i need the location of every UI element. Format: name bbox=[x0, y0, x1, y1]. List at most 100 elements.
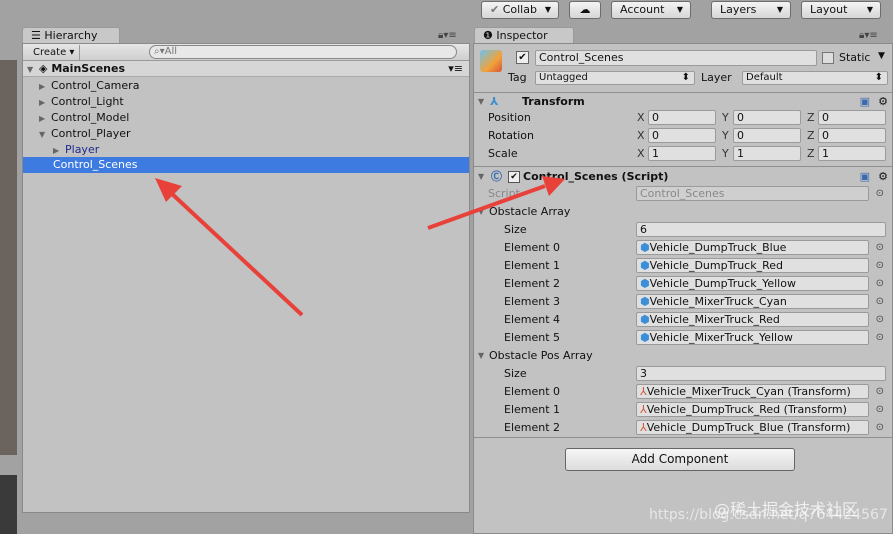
info-icon: ❶ bbox=[483, 29, 493, 42]
cloud-button[interactable]: ☁ bbox=[569, 1, 601, 19]
position-z[interactable]: 0 bbox=[818, 110, 886, 125]
search-icon: ⌕▾ bbox=[154, 46, 165, 57]
object-picker-icon[interactable]: ⊙ bbox=[876, 401, 884, 419]
object-reference-field[interactable]: ⅄Vehicle_DumpTruck_Red (Transform) bbox=[636, 402, 869, 417]
tab-hierarchy[interactable]: ☰ Hierarchy bbox=[22, 27, 120, 44]
active-checkbox[interactable]: ✔ bbox=[516, 51, 529, 64]
gear-icon[interactable]: ⚙ bbox=[878, 167, 888, 187]
object-reference-field[interactable]: ⅄Vehicle_DumpTruck_Blue (Transform) bbox=[636, 420, 869, 435]
object-picker-icon[interactable]: ⊙ bbox=[876, 293, 884, 311]
obstacle-array-size-input[interactable]: 6 bbox=[636, 222, 886, 237]
obstacle-array-size-row: Size 6 bbox=[474, 221, 892, 239]
search-input[interactable]: ⌕▾All bbox=[149, 45, 457, 59]
object-reference-field[interactable]: ⅄Vehicle_MixerTruck_Cyan (Transform) bbox=[636, 384, 869, 399]
expand-arrow-icon: ▼ bbox=[478, 172, 485, 181]
tab-inspector[interactable]: ❶ Inspector bbox=[474, 27, 574, 44]
transform-icon: ⅄ bbox=[640, 421, 647, 434]
chevron-down-icon: ▼ bbox=[866, 5, 873, 14]
script-field[interactable]: Control_Scenes bbox=[636, 186, 869, 201]
obstacle-pos-array-size-input[interactable]: 3 bbox=[636, 366, 886, 381]
position-y[interactable]: 0 bbox=[733, 110, 801, 125]
transform-icon: ⅄ bbox=[640, 385, 647, 398]
chevron-down-icon: ▼ bbox=[676, 5, 683, 14]
prefab-icon: ⬢ bbox=[640, 259, 650, 272]
tree-item-control-model[interactable]: ▶ Control_Model bbox=[23, 110, 469, 126]
collapsed-arrow-icon: ▶ bbox=[39, 114, 46, 123]
tree-item-control-player[interactable]: ▼ Control_Player bbox=[23, 126, 469, 142]
object-reference-field[interactable]: ⬢Vehicle_DumpTruck_Red bbox=[636, 258, 869, 273]
static-checkbox[interactable] bbox=[822, 52, 834, 64]
object-picker-icon[interactable]: ⊙ bbox=[876, 185, 884, 203]
obstacle-array-foldout[interactable]: ▼ Obstacle Array bbox=[474, 203, 892, 221]
element-row: Element 1 ⬢Vehicle_DumpTruck_Red ⊙ bbox=[474, 257, 892, 275]
unity-icon: ◈ bbox=[39, 62, 48, 75]
collapsed-arrow-icon: ▶ bbox=[39, 98, 46, 107]
prefab-icon: ⬢ bbox=[640, 241, 650, 254]
prefab-icon: ⬢ bbox=[640, 277, 650, 290]
hierarchy-panel: Create ▾ ⌕▾All ▼ ◈ MainScenes ▾≡ ▶ Control_… bbox=[22, 43, 470, 513]
tree-item-control-camera[interactable]: ▶ Control_Camera bbox=[23, 78, 469, 94]
lock-icon[interactable]: 🔒︎▾≡ bbox=[438, 30, 457, 41]
scale-row: Scale X1 Y1 Z1 bbox=[474, 145, 892, 163]
position-row: Position X0 Y0 Z0 bbox=[474, 109, 892, 127]
expand-arrow-icon: ▼ bbox=[27, 65, 34, 74]
static-label: Static bbox=[839, 51, 871, 64]
object-picker-icon[interactable]: ⊙ bbox=[876, 383, 884, 401]
collab-button[interactable]: ✔ Collab ▼ bbox=[481, 1, 559, 19]
menu-icon[interactable]: ▾≡ bbox=[448, 61, 463, 77]
object-reference-field[interactable]: ⬢Vehicle_MixerTruck_Yellow bbox=[636, 330, 869, 345]
add-component-button[interactable]: Add Component bbox=[565, 448, 795, 471]
inspector-panel: ✔ Control_Scenes Static ▼ Tag Untagged ⬍ … bbox=[473, 43, 893, 534]
object-picker-icon[interactable]: ⊙ bbox=[876, 419, 884, 437]
static-dropdown-icon[interactable]: ▼ bbox=[878, 51, 885, 61]
object-picker-icon[interactable]: ⊙ bbox=[876, 239, 884, 257]
csharp-script-icon: Ⓒ bbox=[491, 170, 502, 183]
scale-z[interactable]: 1 bbox=[818, 146, 886, 161]
scene-view-strip bbox=[0, 60, 17, 455]
tree-item-control-scenes[interactable]: Control_Scenes bbox=[23, 157, 469, 173]
obstacle-pos-array-size-row: Size 3 bbox=[474, 365, 892, 383]
chevron-down-icon: ▼ bbox=[544, 5, 551, 14]
tree-item-player[interactable]: ▶ Player bbox=[23, 142, 469, 158]
object-picker-icon[interactable]: ⊙ bbox=[876, 311, 884, 329]
object-name-input[interactable]: Control_Scenes bbox=[535, 50, 817, 66]
object-reference-field[interactable]: ⬢Vehicle_MixerTruck_Cyan bbox=[636, 294, 869, 309]
tree-item-control-light[interactable]: ▶ Control_Light bbox=[23, 94, 469, 110]
object-picker-icon[interactable]: ⊙ bbox=[876, 329, 884, 347]
element-row: Element 4 ⬢Vehicle_MixerTruck_Red ⊙ bbox=[474, 311, 892, 329]
script-component-header[interactable]: ▼ Ⓒ ✔ Control_Scenes (Script) ▣ ⚙ bbox=[474, 167, 892, 187]
object-reference-field[interactable]: ⬢Vehicle_MixerTruck_Red bbox=[636, 312, 869, 327]
object-picker-icon[interactable]: ⊙ bbox=[876, 257, 884, 275]
project-view-strip bbox=[0, 475, 17, 534]
object-reference-field[interactable]: ⬢Vehicle_DumpTruck_Blue bbox=[636, 240, 869, 255]
cloud-icon: ☁ bbox=[579, 3, 591, 16]
watermark-url: https://blog.csdn.net/q764424567 bbox=[649, 507, 888, 523]
element-row: Element 2 ⬢Vehicle_DumpTruck_Yellow ⊙ bbox=[474, 275, 892, 293]
rotation-y[interactable]: 0 bbox=[733, 128, 801, 143]
element-row: Element 1 ⅄Vehicle_DumpTruck_Red (Transfo… bbox=[474, 401, 892, 419]
object-reference-field[interactable]: ⬢Vehicle_DumpTruck_Yellow bbox=[636, 276, 869, 291]
scale-x[interactable]: 1 bbox=[648, 146, 716, 161]
obstacle-pos-array-foldout[interactable]: ▼ Obstacle Pos Array bbox=[474, 347, 892, 365]
layout-dropdown[interactable]: Layout ▼ bbox=[801, 1, 881, 19]
object-picker-icon[interactable]: ⊙ bbox=[876, 275, 884, 293]
expand-arrow-icon: ▼ bbox=[478, 207, 485, 216]
prefab-icon: ⬢ bbox=[640, 331, 650, 344]
element-row: Element 5 ⬢Vehicle_MixerTruck_Yellow ⊙ bbox=[474, 329, 892, 347]
rotation-z[interactable]: 0 bbox=[818, 128, 886, 143]
transform-icon: ⅄ bbox=[640, 403, 647, 416]
help-icon[interactable]: ▣ bbox=[860, 167, 870, 187]
rotation-row: Rotation X0 Y0 Z0 bbox=[474, 127, 892, 145]
layer-label: Layer bbox=[701, 71, 732, 84]
scene-header[interactable]: ▼ ◈ MainScenes ▾≡ bbox=[23, 61, 469, 77]
position-x[interactable]: 0 bbox=[648, 110, 716, 125]
tag-dropdown[interactable]: Untagged ⬍ bbox=[535, 71, 695, 85]
account-button[interactable]: Account ▼ bbox=[611, 1, 691, 19]
layer-dropdown[interactable]: Default ⬍ bbox=[742, 71, 888, 85]
scale-y[interactable]: 1 bbox=[733, 146, 801, 161]
enabled-checkbox[interactable]: ✔ bbox=[508, 171, 520, 183]
rotation-x[interactable]: 0 bbox=[648, 128, 716, 143]
create-button[interactable]: Create ▾ bbox=[28, 45, 81, 60]
layers-dropdown[interactable]: Layers ▼ bbox=[711, 1, 791, 19]
lock-icon[interactable]: 🔒︎▾≡ bbox=[859, 30, 878, 41]
